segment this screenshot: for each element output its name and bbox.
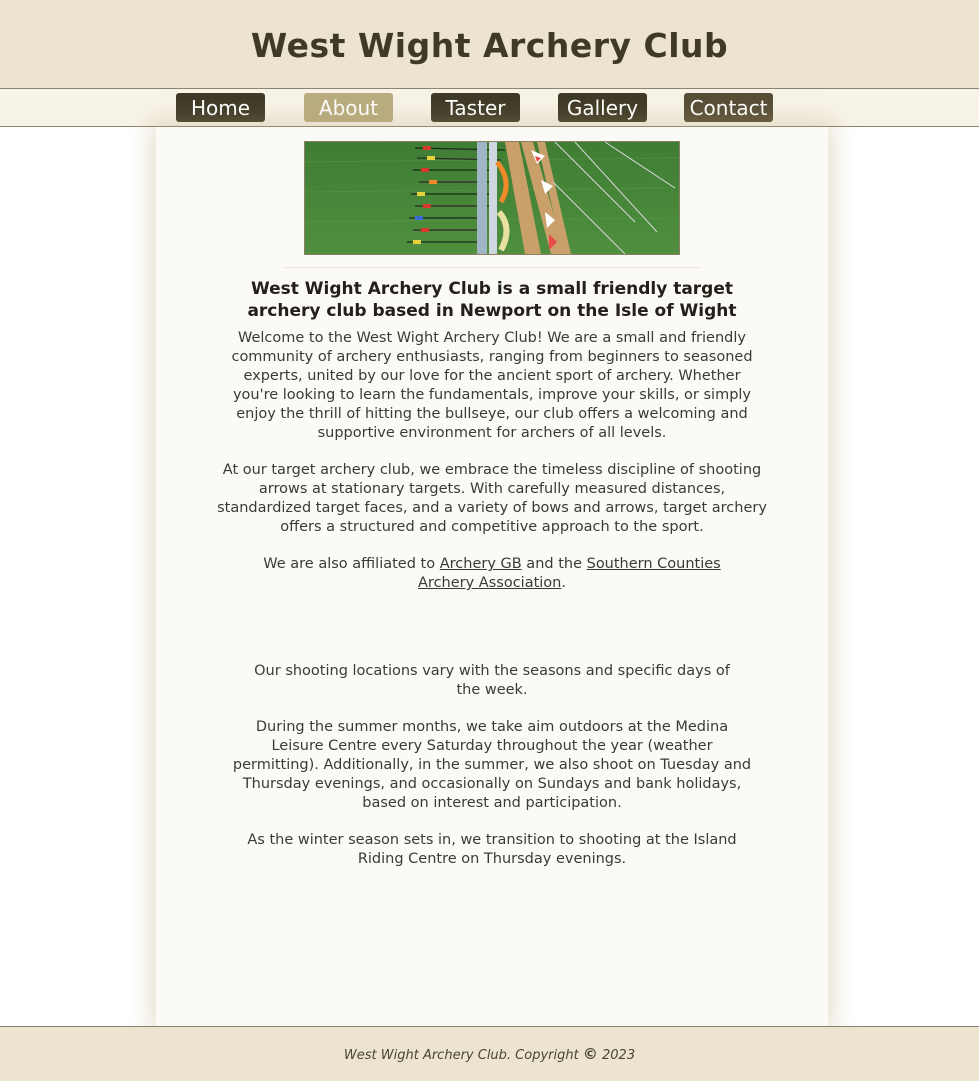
archery-banner-image (304, 141, 680, 255)
nav-home[interactable]: Home (176, 93, 265, 122)
affiliation-paragraph: We are also affiliated to Archery GB and… (236, 555, 748, 593)
intro-heading: West Wight Archery Club is a small frien… (247, 279, 737, 321)
footer-copyright-text: West Wight Archery Club. Copyright (343, 1048, 579, 1063)
locations-paragraph: Our shooting locations vary with the sea… (254, 663, 730, 698)
target-archery-paragraph: At our target archery club, we embrace t… (217, 462, 767, 535)
affiliation-suffix: . (561, 575, 566, 591)
nav-about[interactable]: About (304, 93, 393, 122)
affiliation-prefix: We are also affiliated to (263, 556, 440, 572)
archery-range-photo (305, 142, 679, 254)
archery-gb-link[interactable]: Archery GB (440, 556, 522, 572)
nav-taster[interactable]: Taster (431, 93, 520, 122)
footer-year: 2023 (602, 1048, 636, 1063)
main-nav: Home About Taster Gallery Contact (0, 88, 979, 127)
affiliation-middle: and the (521, 556, 587, 572)
copyright-icon: © (582, 1045, 598, 1063)
site-header: West Wight Archery Club (0, 0, 979, 88)
footer-text: West Wight Archery Club. Copyright © 202… (344, 1045, 635, 1063)
site-title: West Wight Archery Club (250, 25, 729, 65)
winter-paragraph: As the winter season sets in, we transit… (247, 832, 737, 867)
divider (284, 267, 700, 268)
site-footer: West Wight Archery Club. Copyright © 202… (0, 1026, 979, 1081)
welcome-paragraph: Welcome to the West Wight Archery Club! … (231, 330, 753, 441)
summer-paragraph: During the summer months, we take aim ou… (232, 719, 752, 811)
nav-contact[interactable]: Contact (684, 93, 773, 122)
main-content: West Wight Archery Club is a small frien… (156, 127, 828, 1026)
nav-gallery[interactable]: Gallery (558, 93, 647, 122)
